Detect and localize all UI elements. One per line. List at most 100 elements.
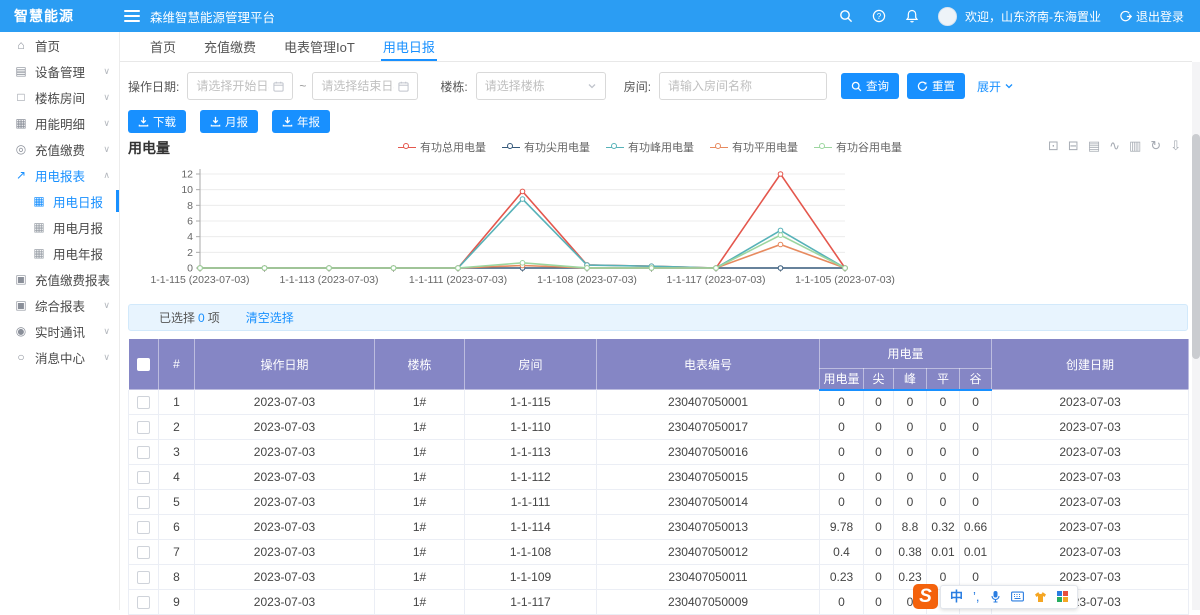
sidebar-item-8[interactable]: ▦用电月报 — [0, 214, 119, 240]
clear-selection-link[interactable]: 清空选择 — [246, 309, 294, 326]
legend-item[interactable]: 有功峰用电量 — [606, 139, 694, 155]
calendar-icon — [398, 81, 409, 92]
ime-punctuation-icon[interactable]: ’, — [973, 590, 980, 603]
ime-microphone-icon[interactable] — [990, 590, 1001, 603]
platform-title: 森维智慧能源管理平台 — [150, 7, 275, 26]
building-select-input[interactable] — [485, 79, 583, 93]
expand-toggle[interactable]: 展开 — [977, 78, 1014, 95]
room-input[interactable] — [668, 79, 818, 93]
legend-marker-icon — [606, 143, 624, 151]
sidebar-item-label: 设备管理 — [35, 62, 85, 81]
table-row[interactable]: 12023-07-031#1-1-11523040705000100000202… — [129, 390, 1189, 415]
sidebar-item-1[interactable]: ⌂首页 — [0, 32, 119, 58]
toolbox-icon-2[interactable]: ⊟ — [1068, 139, 1079, 153]
legend-marker-icon — [710, 143, 728, 151]
row-checkbox[interactable] — [137, 521, 150, 534]
search-icon — [851, 81, 862, 92]
tab-充值缴费[interactable]: 充值缴费 — [190, 32, 270, 61]
cell-index: 5 — [159, 490, 195, 515]
legend-item[interactable]: 有功总用电量 — [398, 139, 486, 155]
ime-language-mode[interactable]: 中 — [950, 590, 963, 603]
sidebar-item-9[interactable]: ▦用电年报 — [0, 240, 119, 266]
svg-text:6: 6 — [187, 216, 193, 228]
row-checkbox[interactable] — [137, 496, 150, 509]
ime-logo-icon[interactable]: S — [913, 584, 938, 609]
table-row[interactable]: 22023-07-031#1-1-11023040705001700000202… — [129, 415, 1189, 440]
search-button[interactable]: 查询 — [841, 73, 899, 99]
help-icon[interactable]: ? — [872, 9, 887, 24]
end-date-input[interactable] — [321, 79, 394, 93]
toolbox-icon-5[interactable]: ▥ — [1129, 139, 1141, 153]
home-icon: ⌂ — [14, 38, 28, 52]
sidebar-item-4[interactable]: ▦用能明细∨ — [0, 110, 119, 136]
avatar[interactable] — [938, 7, 957, 26]
row-checkbox[interactable] — [137, 596, 150, 609]
row-checkbox[interactable] — [137, 471, 150, 484]
scrollbar-thumb[interactable] — [1192, 134, 1200, 359]
table-row[interactable]: 62023-07-031#1-1-1142304070500139.7808.8… — [129, 515, 1189, 540]
cell-power-value: 0 — [960, 415, 992, 440]
toolbox-icon-4[interactable]: ∿ — [1109, 139, 1120, 153]
table-row[interactable]: 42023-07-031#1-1-11223040705001500000202… — [129, 465, 1189, 490]
cell-index: 3 — [159, 440, 195, 465]
table-row[interactable]: 52023-07-031#1-1-11123040705001400000202… — [129, 490, 1189, 515]
row-checkbox[interactable] — [137, 421, 150, 434]
cell-meter-number: 230407050014 — [597, 490, 820, 515]
sidebar-item-3[interactable]: □楼栋房间∨ — [0, 84, 119, 110]
svg-text:8: 8 — [187, 200, 193, 212]
cell-created-date: 2023-07-03 — [992, 540, 1189, 565]
cell-operation-date: 2023-07-03 — [195, 590, 375, 615]
sidebar-item-5[interactable]: ◎充值缴费∨ — [0, 136, 119, 162]
cell-building: 1# — [375, 465, 465, 490]
row-checkbox[interactable] — [137, 396, 150, 409]
chevron-icon: ∨ — [103, 144, 110, 155]
sidebar-item-13[interactable]: ○消息中心∨ — [0, 344, 119, 370]
search-icon[interactable] — [839, 9, 854, 24]
cell-power-value: 0 — [960, 390, 992, 415]
sidebar-item-10[interactable]: ▣充值缴费报表∨ — [0, 266, 119, 292]
building-select[interactable] — [476, 72, 606, 100]
usage-line-chart: 0246810121-1-115 (2023-07-03)1-1-113 (20… — [128, 160, 1188, 298]
toolbox-icon-1[interactable]: ⊡ — [1048, 139, 1059, 153]
logout-button[interactable]: 退出登录 — [1119, 8, 1184, 25]
report-chart-icon: ↗ — [14, 168, 28, 182]
monthly-report-button[interactable]: 月报 — [200, 110, 258, 133]
ime-skin-icon[interactable] — [1034, 591, 1047, 603]
sidebar-collapse-icon[interactable] — [124, 10, 140, 22]
start-date-input[interactable] — [196, 79, 269, 93]
end-date-input-wrap — [312, 72, 418, 100]
message-center-icon: ○ — [14, 350, 28, 364]
reset-button[interactable]: 重置 — [907, 73, 965, 99]
table-row[interactable]: 72023-07-031#1-1-1082304070500120.400.38… — [129, 540, 1189, 565]
yearly-report-button[interactable]: 年报 — [272, 110, 330, 133]
row-checkbox[interactable] — [137, 446, 150, 459]
sidebar-item-7[interactable]: ▦用电日报 — [0, 188, 119, 214]
cell-power-value: 0.01 — [927, 540, 960, 565]
legend-item[interactable]: 有功谷用电量 — [814, 139, 902, 155]
cell-power-value: 0 — [820, 465, 864, 490]
sidebar-item-12[interactable]: ◉实时通讯∨ — [0, 318, 119, 344]
ime-keyboard-icon[interactable] — [1011, 591, 1024, 602]
row-checkbox[interactable] — [137, 571, 150, 584]
legend-item[interactable]: 有功尖用电量 — [502, 139, 590, 155]
download-button[interactable]: 下载 — [128, 110, 186, 133]
toolbox-icon-3[interactable]: ▤ — [1088, 139, 1100, 153]
bell-icon[interactable] — [905, 9, 920, 24]
tab-电表管理IoT[interactable]: 电表管理IoT — [270, 32, 369, 61]
select-all-checkbox[interactable] — [137, 358, 150, 371]
toolbox-icon-7[interactable]: ⇩ — [1170, 139, 1181, 153]
chart-legend: 有功总用电量有功尖用电量有功峰用电量有功平用电量有功谷用电量 — [240, 139, 1060, 155]
sidebar-item-11[interactable]: ▣综合报表∨ — [0, 292, 119, 318]
table-row[interactable]: 32023-07-031#1-1-11323040705001600000202… — [129, 440, 1189, 465]
row-checkbox[interactable] — [137, 546, 150, 559]
sidebar-item-6[interactable]: ↗用电报表∧ — [0, 162, 119, 188]
sidebar-item-2[interactable]: ▤设备管理∨ — [0, 58, 119, 84]
toolbox-icon-6[interactable]: ↻ — [1150, 139, 1161, 153]
subcol-平: 平 — [927, 369, 960, 390]
tab-用电日报[interactable]: 用电日报 — [369, 32, 449, 61]
cell-power-value: 0 — [864, 565, 894, 590]
legend-item[interactable]: 有功平用电量 — [710, 139, 798, 155]
subcol-用电量: 用电量 — [820, 369, 864, 390]
tab-首页[interactable]: 首页 — [136, 32, 190, 61]
ime-toolbox-icon[interactable] — [1057, 591, 1068, 602]
